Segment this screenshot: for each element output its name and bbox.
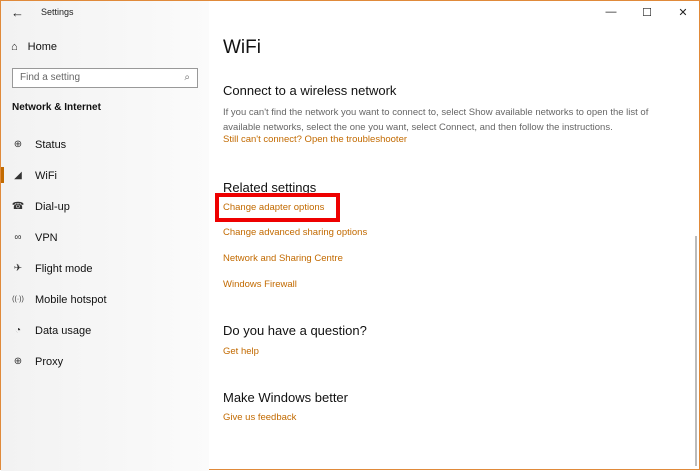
data-usage-icon: ◔ (14, 325, 22, 336)
nav-label: Proxy (35, 355, 64, 368)
nav-item-wifi[interactable]: ◢ WiFi (1, 160, 209, 191)
nav-label: Dial-up (35, 200, 70, 213)
airplane-icon: ✈ (13, 263, 23, 274)
highlight-box (215, 193, 340, 222)
nav-label: WiFi (35, 169, 57, 182)
home-icon: ⌂ (11, 41, 18, 53)
minimize-button[interactable]: — (593, 1, 629, 23)
nav-list: ⊕ Status ◢ WiFi ☎ Dial-up ∞ VPN ✈ Flight mode… (1, 129, 209, 377)
page-title: WiFi (223, 37, 261, 58)
wifi-icon: ◢ (14, 170, 22, 181)
nav-item-flight-mode[interactable]: ✈ Flight mode (1, 253, 209, 284)
windows-firewall-link[interactable]: Windows Firewall (223, 279, 297, 290)
advanced-sharing-link[interactable]: Change advanced sharing options (223, 227, 367, 238)
nav-item-proxy[interactable]: ⊕ Proxy (1, 346, 209, 377)
close-button[interactable]: ✕ (665, 1, 700, 23)
feedback-heading: Make Windows better (223, 390, 348, 405)
nav-label: Status (35, 138, 67, 151)
maximize-button[interactable]: ☐ (629, 1, 665, 23)
feedback-link[interactable]: Give us feedback (223, 412, 296, 423)
search-placeholder: Find a setting (20, 72, 81, 83)
nav-label: Mobile hotspot (35, 293, 107, 306)
network-sharing-centre-link[interactable]: Network and Sharing Centre (223, 253, 343, 264)
nav-item-data-usage[interactable]: ◔ Data usage (1, 315, 209, 346)
nav-item-dial-up[interactable]: ☎ Dial-up (1, 191, 209, 222)
troubleshooter-link[interactable]: Still can't connect? Open the troublesho… (223, 134, 407, 145)
search-icon: ⌕ (184, 72, 190, 83)
nav-label: VPN (35, 231, 58, 244)
home-label: Home (27, 41, 57, 53)
get-help-link[interactable]: Get help (223, 346, 259, 357)
question-heading: Do you have a question? (223, 323, 367, 338)
back-arrow-icon[interactable]: ← (11, 5, 24, 20)
connect-heading: Connect to a wireless network (223, 83, 397, 98)
home-link[interactable]: ⌂ Home (11, 41, 57, 53)
title-bar: ← Settings — ☐ ✕ (1, 1, 700, 25)
nav-item-vpn[interactable]: ∞ VPN (1, 222, 209, 253)
globe-icon: ⊕ (13, 356, 23, 367)
nav-item-status[interactable]: ⊕ Status (1, 129, 209, 160)
search-input[interactable]: Find a setting ⌕ (12, 68, 198, 88)
section-title: Network & Internet (12, 102, 101, 113)
status-icon: ⊕ (13, 139, 23, 150)
app-title: Settings (41, 7, 74, 17)
nav-label: Data usage (35, 324, 92, 337)
connect-description: If you can't find the network you want t… (223, 107, 649, 133)
hotspot-icon: ((·)) (12, 296, 24, 303)
dial-up-icon: ☎ (11, 201, 25, 212)
scrollbar[interactable] (695, 236, 697, 466)
nav-item-mobile-hotspot[interactable]: ((·)) Mobile hotspot (1, 284, 209, 315)
nav-label: Flight mode (35, 262, 93, 275)
vpn-icon: ∞ (14, 232, 22, 243)
